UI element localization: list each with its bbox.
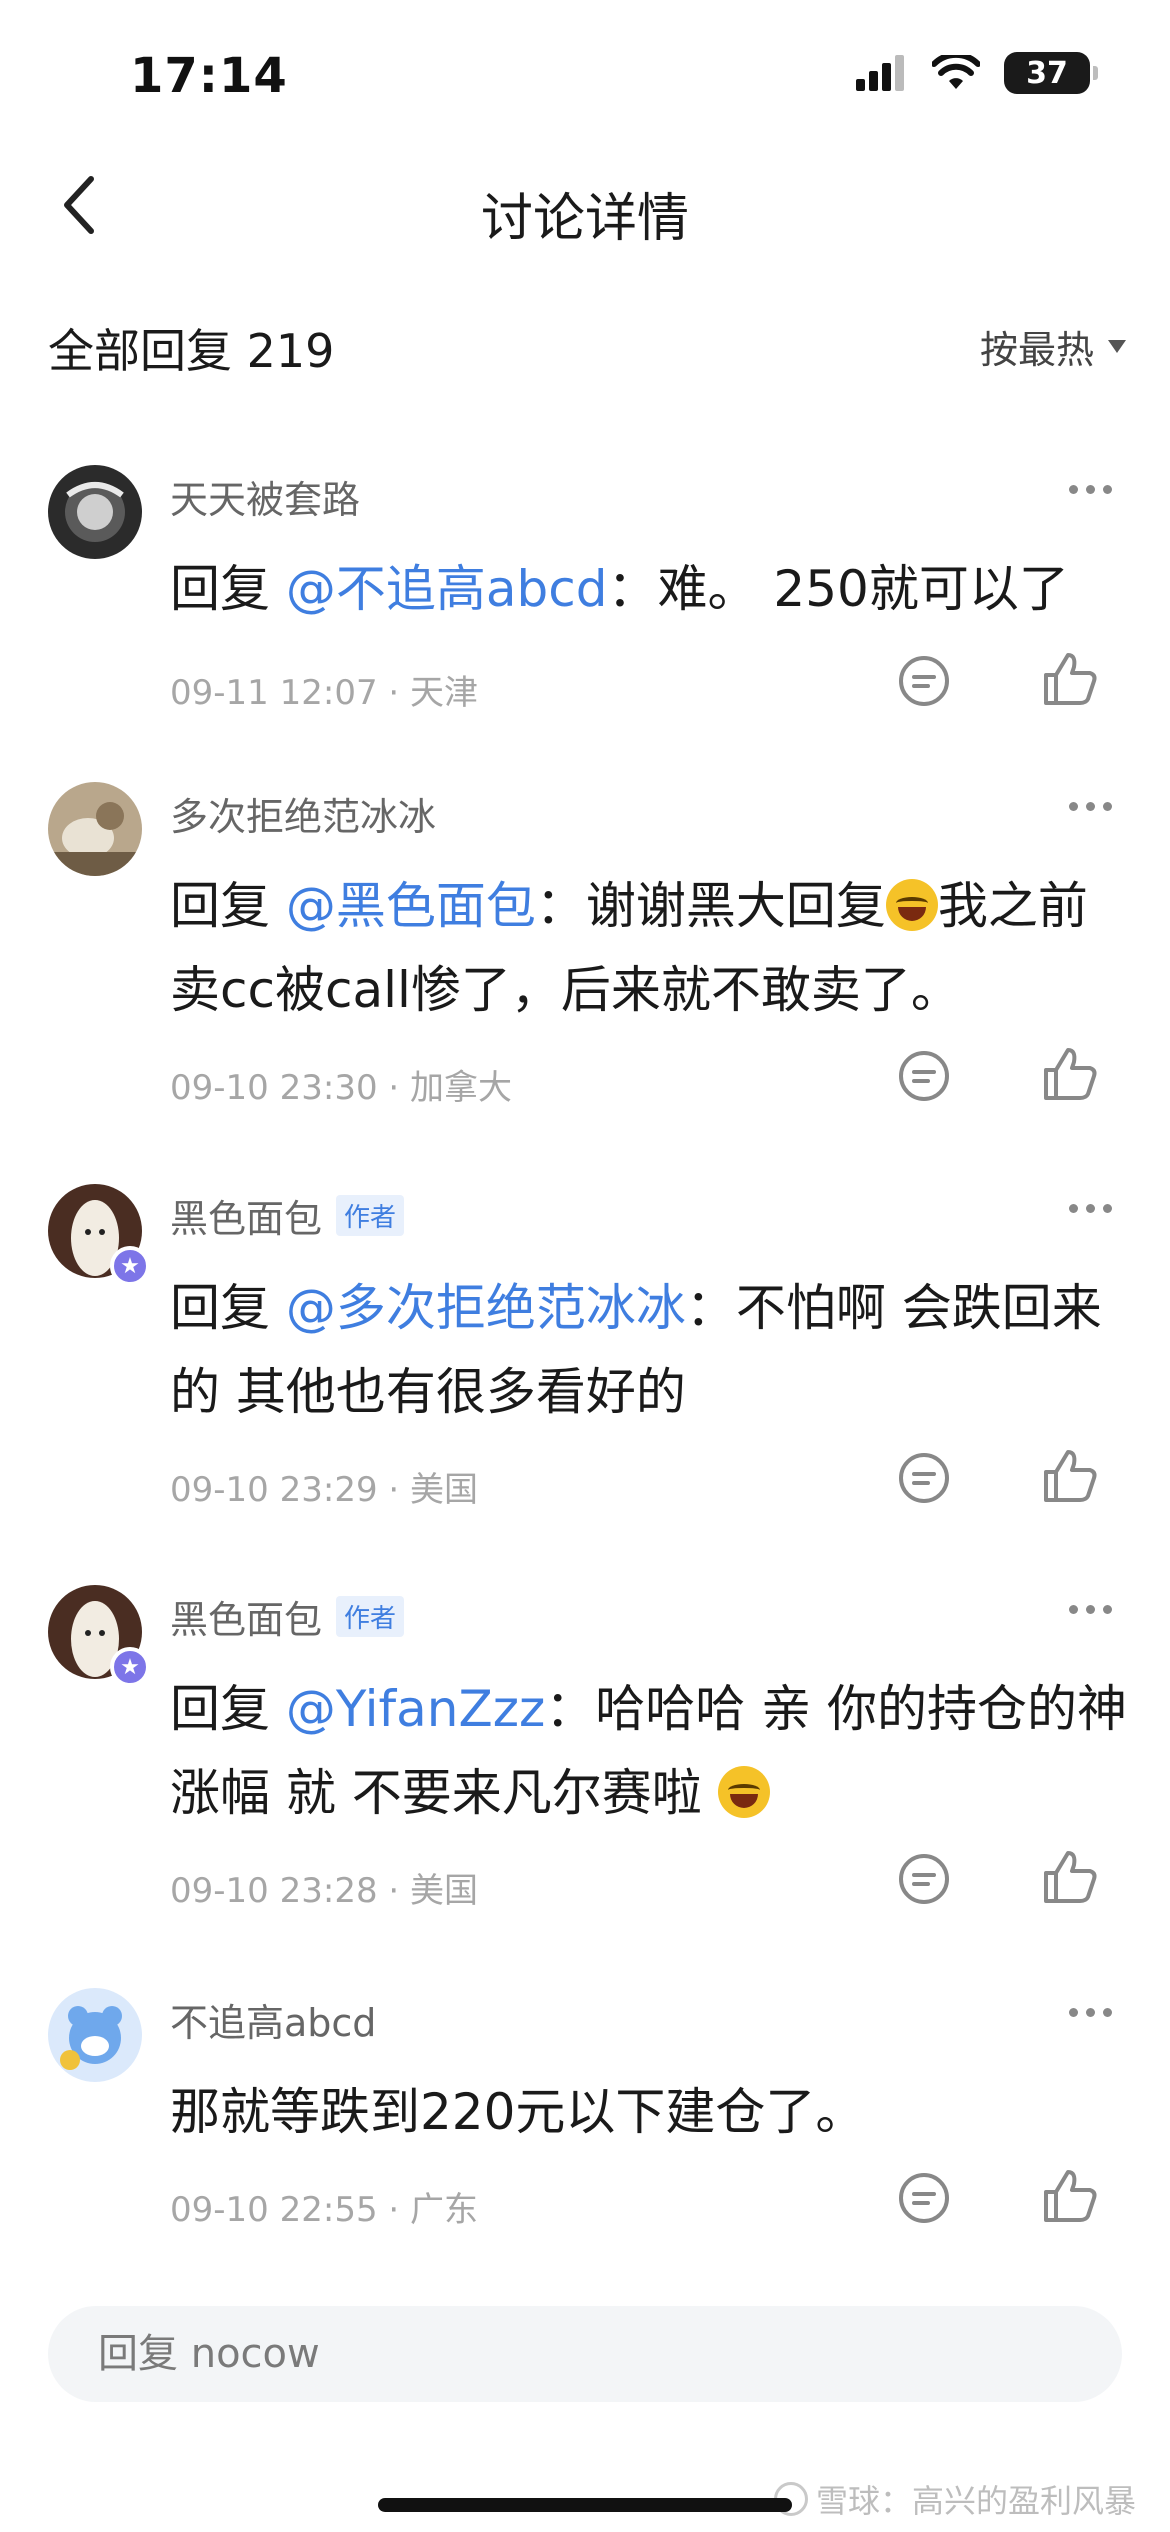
username[interactable]: 黑色面包 xyxy=(170,1589,322,1644)
comment-text: 回复 @不追高abcd：难。 250就可以了 xyxy=(170,547,1130,631)
battery-level: 37 xyxy=(1026,55,1068,91)
reply-bubble-icon[interactable] xyxy=(896,1450,952,1506)
mention-link[interactable]: @黑色面包 xyxy=(286,877,536,935)
comment-date: 09-11 12:07 xyxy=(170,673,378,713)
reply-bubble-icon[interactable] xyxy=(896,2170,952,2226)
home-indicator[interactable] xyxy=(378,2498,792,2512)
comment-meta: 09-11 12:07 · 天津 xyxy=(170,665,478,714)
more-options-button[interactable] xyxy=(1069,1605,1112,1614)
reply-prefix: 回复 xyxy=(170,1279,286,1337)
meta-separator: · xyxy=(377,1068,411,1108)
more-options-button[interactable] xyxy=(1069,485,1112,494)
more-options-button[interactable] xyxy=(1069,802,1112,811)
comment-text: 回复 @黑色面包：谢谢黑大回复 我之前卖cc被call惨了，后来就不敢卖了。 xyxy=(170,864,1130,1032)
mention-link[interactable]: @多次拒绝范冰冰 xyxy=(286,1279,686,1337)
username[interactable]: 黑色面包 xyxy=(170,1188,322,1243)
laughing-tears-emoji-icon xyxy=(717,1766,770,1818)
star-badge-icon: ★ xyxy=(110,1246,150,1286)
thumbs-up-icon[interactable] xyxy=(1040,649,1100,709)
thumbs-up-icon[interactable] xyxy=(1040,2166,1100,2226)
author-tag: 作者 xyxy=(336,1195,405,1236)
name-row: 黑色面包 作者 xyxy=(170,1188,405,1243)
comment-date: 09-10 23:30 xyxy=(170,1068,378,1108)
comment-body: ：难。 250就可以了 xyxy=(607,560,1069,618)
watermark-text: 雪球：高兴的盈利风暴 xyxy=(815,2482,1136,2520)
name-row: 多次拒绝范冰冰 xyxy=(170,786,436,841)
reply-bubble-icon[interactable] xyxy=(896,1851,952,1907)
more-options-button[interactable] xyxy=(1069,2008,1112,2017)
status-time: 17:14 xyxy=(130,48,288,104)
comment-location: 美国 xyxy=(410,1871,479,1911)
thumbs-up-icon[interactable] xyxy=(1040,1044,1100,1104)
reply-bar: 雪球：高兴的盈利风暴 xyxy=(0,2270,1170,2532)
reply-input[interactable] xyxy=(48,2306,1122,2402)
comment-meta: 09-10 22:55 · 广东 xyxy=(170,2182,478,2231)
comment-date: 09-10 23:28 xyxy=(170,1871,378,1911)
comment-body: ：谢谢黑大回复 xyxy=(535,877,886,935)
name-row: 不追高abcd xyxy=(170,1992,376,2047)
avatar[interactable] xyxy=(48,1988,142,2082)
star-badge-icon: ★ xyxy=(110,1647,150,1687)
cellular-signal-icon xyxy=(856,55,904,91)
avatar[interactable] xyxy=(48,782,142,876)
username[interactable]: 不追高abcd xyxy=(170,1992,376,2047)
comment-date: 09-10 23:29 xyxy=(170,1470,378,1510)
thumbs-up-icon[interactable] xyxy=(1040,1847,1100,1907)
mention-link[interactable]: @不追高abcd xyxy=(286,560,608,618)
laughing-tears-emoji-icon xyxy=(885,879,938,931)
comment-text: 回复 @多次拒绝范冰冰：不怕啊 会跌回来的 其他也有很多看好的 xyxy=(170,1266,1130,1434)
caret-down-icon xyxy=(1108,340,1126,353)
wifi-icon xyxy=(932,55,980,89)
username[interactable]: 多次拒绝范冰冰 xyxy=(170,786,436,841)
reply-prefix: 回复 xyxy=(170,877,286,935)
comment-location: 美国 xyxy=(410,1470,479,1510)
reply-bubble-icon[interactable] xyxy=(896,653,952,709)
sort-label: 按最热 xyxy=(979,328,1094,372)
battery-icon: 37 xyxy=(1004,52,1098,94)
comment-text: 那就等跌到220元以下建仓了。 xyxy=(170,2070,1130,2154)
name-row: 天天被套路 xyxy=(170,469,360,524)
comment-meta: 09-10 23:29 · 美国 xyxy=(170,1462,478,1511)
thumbs-up-icon[interactable] xyxy=(1040,1446,1100,1506)
reply-prefix: 回复 xyxy=(170,560,286,618)
author-tag: 作者 xyxy=(336,1596,405,1637)
meta-separator: · xyxy=(377,1470,411,1510)
comment-location: 天津 xyxy=(410,673,479,713)
comment-meta: 09-10 23:30 · 加拿大 xyxy=(170,1060,512,1109)
sort-dropdown[interactable]: 按最热 xyxy=(980,319,1126,374)
watermark: 雪球：高兴的盈利风暴 xyxy=(773,2476,1136,2522)
status-icons: 37 xyxy=(856,52,1098,94)
mention-link[interactable]: @YifanZzz xyxy=(286,1680,545,1738)
avatar[interactable] xyxy=(48,465,142,559)
comment-body: 那就等跌到220元以下建仓了。 xyxy=(170,2083,866,2141)
more-options-button[interactable] xyxy=(1069,1204,1112,1213)
nav-header: 讨论详情 xyxy=(0,150,1170,260)
meta-separator: · xyxy=(377,2190,411,2230)
meta-separator: · xyxy=(377,1871,411,1911)
comment-location: 加拿大 xyxy=(410,1068,513,1108)
comment-text: 回复 @YifanZzz：哈哈哈 亲 你的持仓的神涨幅 就 不要来凡尔赛啦 xyxy=(170,1667,1130,1835)
reply-prefix: 回复 xyxy=(170,1680,286,1738)
reply-bubble-icon[interactable] xyxy=(896,1048,952,1104)
replies-count-title: 全部回复 219 xyxy=(48,324,335,378)
comment-date: 09-10 22:55 xyxy=(170,2190,378,2230)
username[interactable]: 天天被套路 xyxy=(170,469,360,524)
meta-separator: · xyxy=(377,673,411,713)
status-bar: 17:14 37 xyxy=(0,0,1170,150)
comment-location: 广东 xyxy=(410,2190,479,2230)
name-row: 黑色面包 作者 xyxy=(170,1589,405,1644)
avatar[interactable]: ★ xyxy=(48,1184,150,1286)
page-title: 讨论详情 xyxy=(480,189,689,249)
avatar[interactable]: ★ xyxy=(48,1585,150,1687)
comment-meta: 09-10 23:28 · 美国 xyxy=(170,1863,478,1912)
replies-header: 全部回复 219 按最热 xyxy=(0,305,1170,385)
